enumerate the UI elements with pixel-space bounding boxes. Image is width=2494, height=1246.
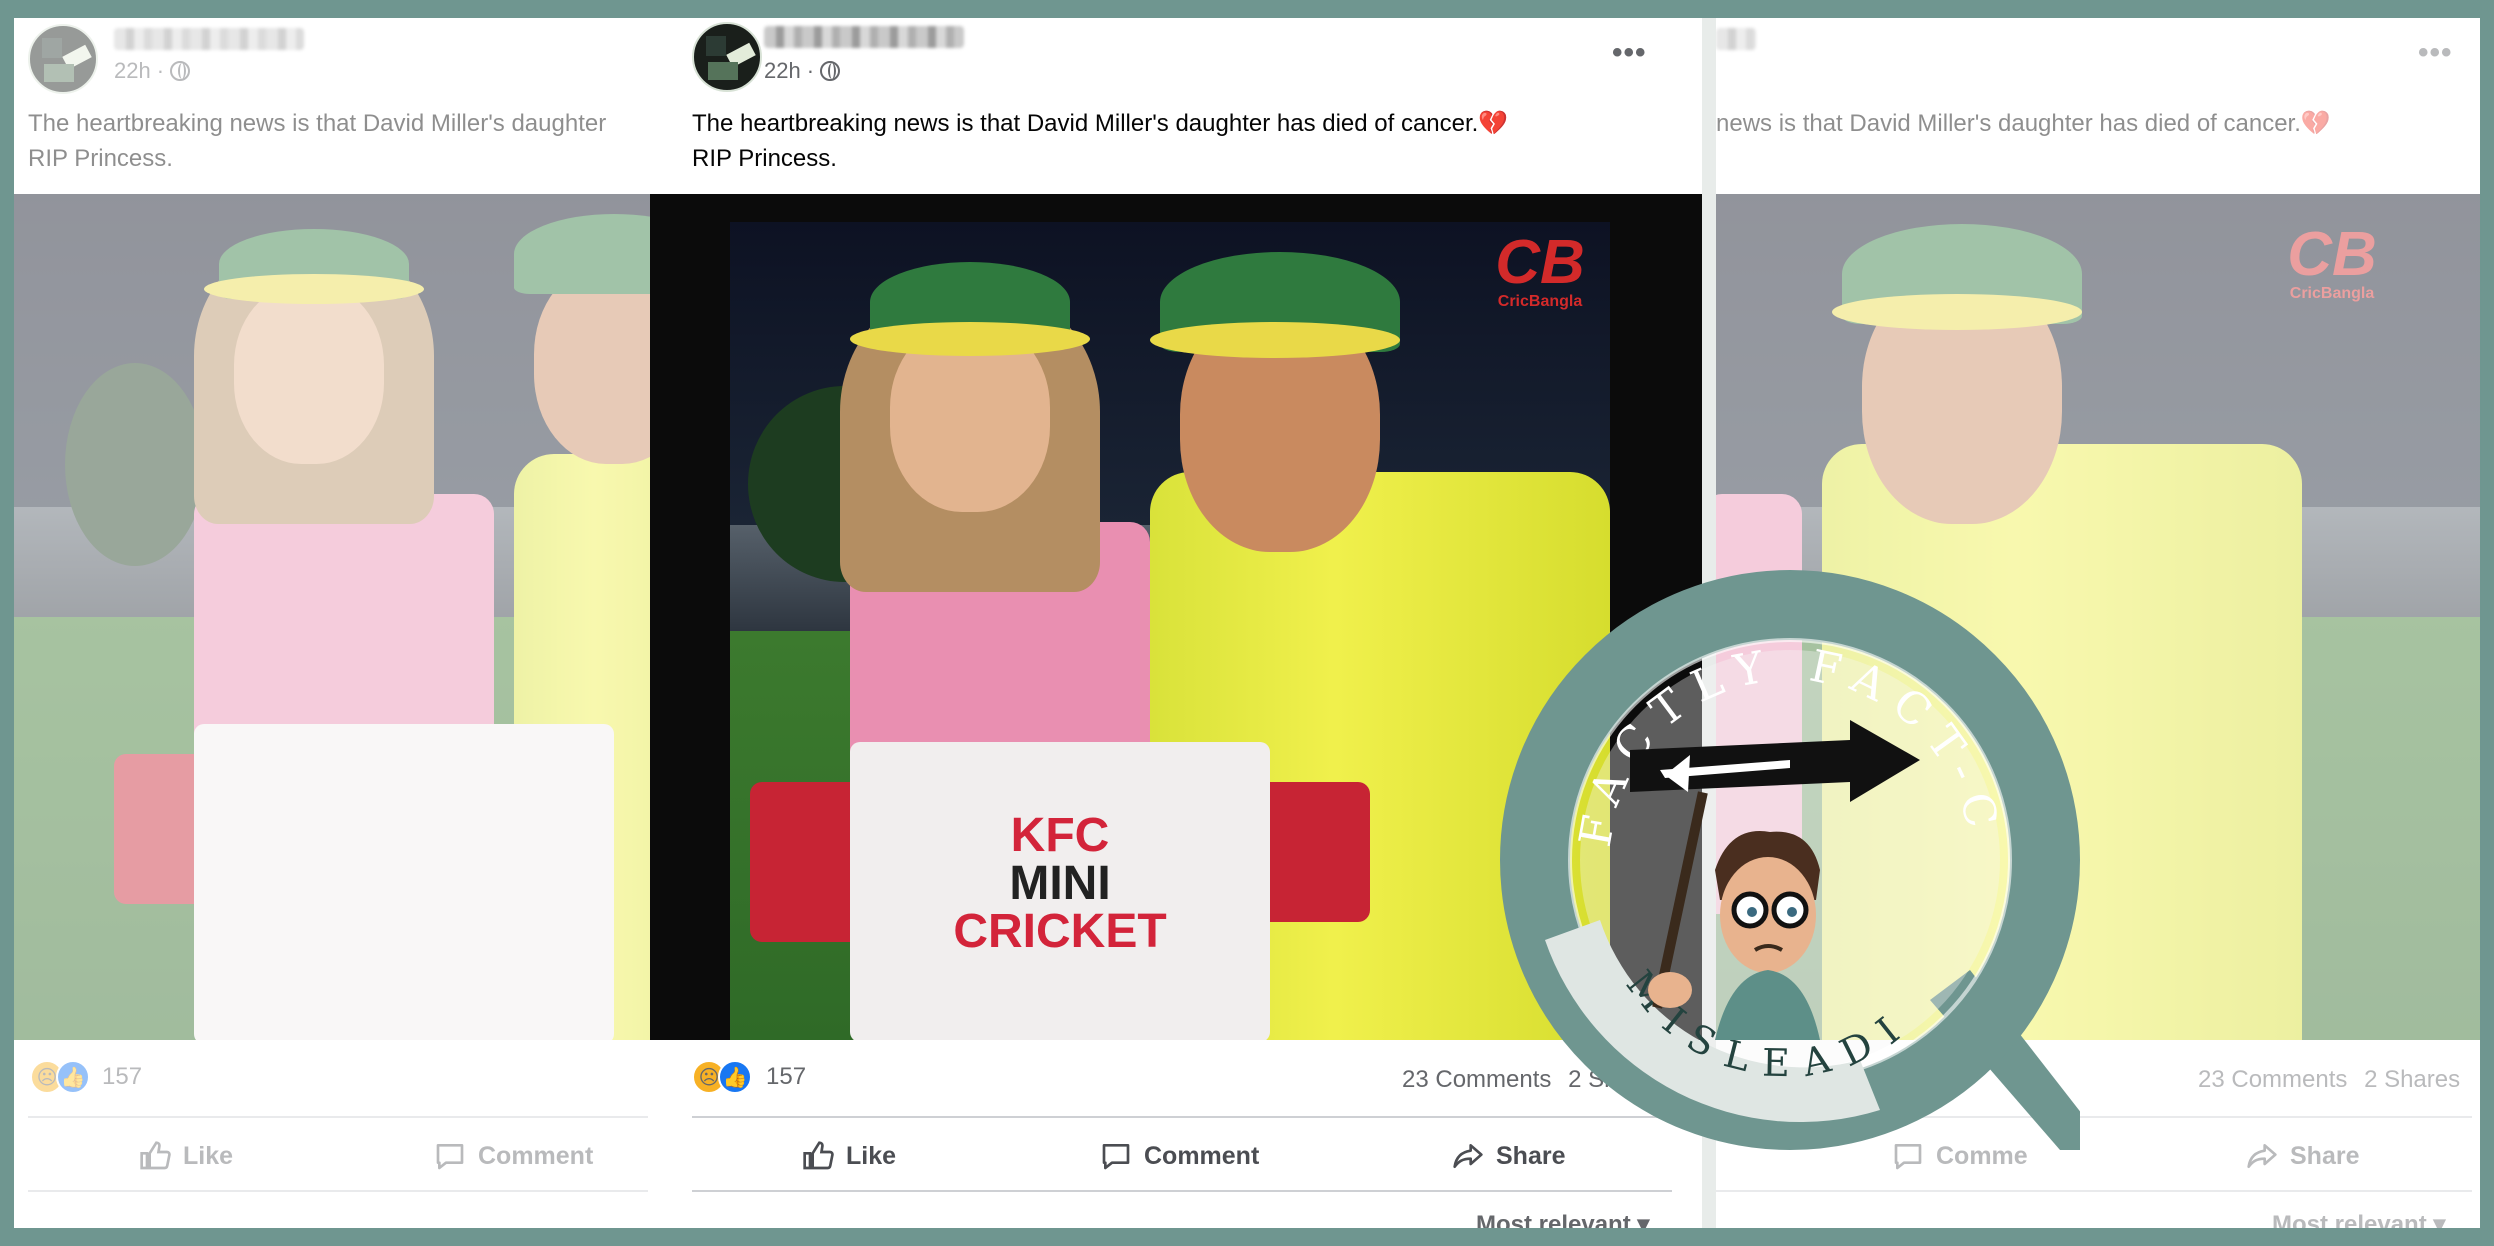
more-options-button[interactable]: •••: [1612, 36, 1647, 70]
cricbangla-logo-mark: CB: [2287, 220, 2377, 289]
comment-label: Comment: [1144, 1141, 1260, 1170]
post-photo: [14, 194, 650, 1040]
chevron-down-icon: ▾: [2433, 1211, 2446, 1228]
more-options-button[interactable]: •••: [2418, 36, 2453, 70]
post-text-line1: news is that David Miller's daughter has…: [1716, 110, 2301, 137]
shirt-print: KFC MINI CRICKET: [930, 812, 1190, 956]
share-label: Share: [2290, 1141, 2360, 1170]
comment-sort-label: Most relevant: [1476, 1211, 1631, 1228]
post-text-line1: The heartbreaking news is that David Mil…: [692, 110, 1479, 137]
shirt-mini-text: MINI: [1009, 857, 1111, 910]
left-faded-post: 22h · The heartbreaking news is that Davi…: [14, 18, 650, 1228]
like-button[interactable]: Like: [139, 1140, 233, 1172]
post-meta: 22h ·: [114, 58, 191, 84]
like-button[interactable]: Like: [802, 1140, 896, 1172]
share-count[interactable]: 2 Shares: [2364, 1066, 2460, 1093]
author-avatar[interactable]: [692, 22, 762, 92]
post-text: The heartbreaking news is that David Mil…: [692, 106, 1672, 176]
post-text-line1: The heartbreaking news is that David Mil…: [28, 110, 607, 137]
chevron-down-icon: ▾: [1637, 1211, 1650, 1228]
thumbs-up-icon: [803, 1141, 834, 1170]
cricbangla-logo-text: CricBangla: [2289, 285, 2375, 302]
like-label: Like: [183, 1141, 234, 1170]
post-text: news is that David Miller's daughter has…: [1716, 106, 2476, 141]
post-meta: 22h ·: [764, 58, 841, 84]
post-text: The heartbreaking news is that David Mil…: [28, 106, 650, 176]
comment-sort-dropdown[interactable]: Most relevant ▾: [2272, 1210, 2445, 1228]
divider: [692, 1190, 1672, 1192]
like-reaction-icon: 👍: [56, 1060, 90, 1094]
shirt-cricket-text: CRICKET: [953, 905, 1167, 958]
thumbs-up-icon: [140, 1141, 171, 1170]
post-text-line2: RIP Princess.: [28, 145, 173, 172]
broken-heart-emoji: 💔: [1478, 110, 1509, 137]
shirt-kfc-text: KFC: [1010, 809, 1110, 862]
more-options-icon: •••: [2418, 36, 2453, 69]
comment-count[interactable]: 23 Comments: [2198, 1066, 2347, 1093]
cricbangla-logo: CB CricBangla: [1490, 232, 1590, 310]
like-reaction-icon: 👍: [718, 1060, 752, 1094]
divider: [28, 1116, 648, 1118]
cricbangla-logo: CB CricBangla: [2282, 224, 2382, 302]
more-options-icon: •••: [1612, 36, 1647, 69]
post-time[interactable]: 22h: [764, 58, 801, 84]
avatar: [28, 24, 98, 94]
globe-icon: [820, 61, 841, 81]
like-label: Like: [846, 1141, 897, 1170]
comment-sort-label: Most relevant: [2272, 1211, 2427, 1228]
comment-label: Comment: [478, 1141, 594, 1170]
comment-button[interactable]: Comment: [434, 1140, 593, 1172]
globe-icon: [170, 61, 191, 81]
reaction-count: 157: [102, 1063, 143, 1090]
broken-heart-emoji: 💔: [2300, 110, 2331, 137]
blurred-author-name: [1716, 28, 1756, 50]
reaction-count: 157: [766, 1063, 807, 1090]
blurred-author-name[interactable]: [764, 26, 964, 48]
comment-button[interactable]: Comment: [1100, 1140, 1259, 1172]
post-text-line2: RIP Princess.: [692, 145, 837, 172]
cricbangla-logo-text: CricBangla: [1497, 293, 1583, 310]
share-button[interactable]: Share: [2246, 1140, 2359, 1172]
factly-fact-check-badge: FACTLY FACT-CHECK MISLEADING: [1500, 570, 2080, 1150]
screenshot-frame: 22h · The heartbreaking news is that Davi…: [14, 18, 2480, 1228]
divider: [1702, 1190, 2472, 1192]
share-arrow-icon: [1453, 1144, 1483, 1168]
divider: [28, 1190, 648, 1192]
comment-sort-dropdown[interactable]: Most relevant ▾: [1476, 1210, 1649, 1228]
photo-content: KFC MINI CRICKET CB CricBangla: [730, 222, 1610, 1040]
post-time: 22h: [114, 58, 151, 83]
comment-icon: [1102, 1144, 1130, 1170]
share-arrow-icon: [2247, 1144, 2277, 1168]
reaction-summary[interactable]: ☹ 👍 157: [692, 1060, 806, 1094]
comment-icon: [436, 1144, 464, 1170]
post-stats: 23 Comments 2 Shares: [2198, 1066, 2460, 1094]
blurred-author-name: [114, 28, 304, 50]
reaction-summary[interactable]: ☹ 👍 157: [30, 1060, 142, 1094]
cricbangla-logo-mark: CB: [1495, 228, 1585, 297]
